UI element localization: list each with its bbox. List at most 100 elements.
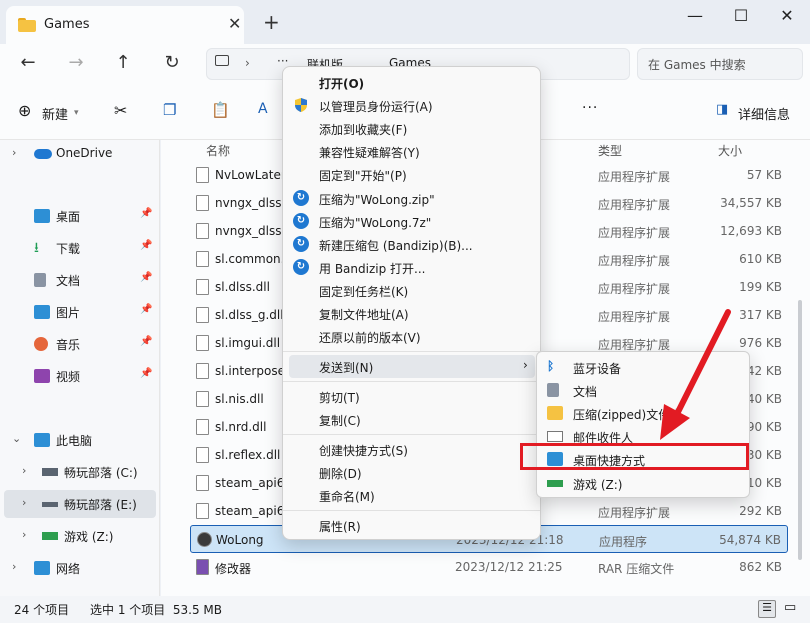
- search-box[interactable]: 在 Games 中搜索: [637, 48, 803, 80]
- file-size: 862 KB: [739, 560, 782, 574]
- menu-item-label: 蓝牙设备: [573, 362, 622, 376]
- more-options-button[interactable]: ···: [582, 100, 598, 116]
- file-size: 610 KB: [739, 252, 782, 266]
- sidebar-item-drive-z[interactable]: › 游戏 (Z:): [0, 522, 157, 550]
- sidebar-item-this-pc[interactable]: ⌄ 此电脑: [0, 426, 157, 454]
- menu-item-cut[interactable]: 剪切(T): [289, 385, 535, 408]
- forward-arrow-icon[interactable]: →: [64, 52, 88, 73]
- chevron-right-icon[interactable]: ›: [12, 146, 16, 159]
- sidebar-item-label: 文档: [56, 274, 81, 288]
- details-view-icon[interactable]: ☰: [758, 600, 776, 618]
- sidebar-item-label: 畅玩部落 (C:): [64, 466, 138, 480]
- copy-icon[interactable]: ❐: [163, 101, 176, 119]
- sidebar-item-pictures[interactable]: 图片 📌: [0, 298, 157, 326]
- sidebar-item-music[interactable]: 音乐 📌: [0, 330, 157, 358]
- chevron-right-icon[interactable]: ›: [22, 496, 26, 509]
- send-to-bluetooth[interactable]: ᛒ 蓝牙设备: [543, 356, 743, 379]
- sidebar-item-onedrive[interactable]: › OneDrive: [0, 140, 157, 168]
- file-icon: [196, 335, 209, 351]
- menu-item-pin-taskbar[interactable]: 固定到任务栏(K): [289, 279, 535, 302]
- menu-item-label: 添加到收藏夹(F): [319, 123, 408, 137]
- send-to-drive-z[interactable]: 游戏 (Z:): [543, 472, 743, 495]
- plus-circle-icon: ⊕: [18, 101, 32, 120]
- chevron-down-icon[interactable]: ⌄: [12, 432, 21, 445]
- selection-info: 选中 1 个项目 53.5 MB: [90, 603, 223, 617]
- menu-item-open[interactable]: 打开(O): [289, 71, 535, 94]
- search-input[interactable]: 在 Games 中搜索: [648, 56, 746, 73]
- menu-item-copy[interactable]: 复制(C): [289, 408, 535, 431]
- file-size: 12,693 KB: [720, 224, 782, 238]
- pin-icon: 📌: [140, 336, 153, 347]
- file-size: 54,874 KB: [719, 533, 781, 547]
- file-type: 应用程序: [599, 535, 648, 549]
- table-row[interactable]: 修改器 2023/12/12 21:25 RAR 压缩文件 862 KB: [190, 553, 788, 581]
- sidebar-item-label: 音乐: [56, 338, 81, 352]
- sidebar-item-network[interactable]: › 网络: [0, 554, 157, 582]
- menu-item-label: 压缩为"WoLong.zip": [319, 193, 435, 207]
- sidebar-item-label: 此电脑: [56, 434, 93, 448]
- file-size: 199 KB: [739, 280, 782, 294]
- chevron-right-icon: ›: [523, 358, 528, 372]
- menu-item-7z[interactable]: ↻ 压缩为"WoLong.7z": [289, 210, 535, 233]
- menu-item-zip[interactable]: ↻ 压缩为"WoLong.zip": [289, 187, 535, 210]
- sidebar-item-downloads[interactable]: ⭳ 下载 📌: [0, 234, 157, 262]
- menu-item-label: 固定到任务栏(K): [319, 285, 409, 299]
- sidebar-item-desktop[interactable]: 桌面 📌: [0, 202, 157, 230]
- menu-item-open-bandizip[interactable]: ↻ 用 Bandizip 打开...: [289, 256, 535, 279]
- sidebar-item-drive-e[interactable]: › 畅玩部落 (E:): [4, 490, 156, 518]
- menu-item-label: 删除(D): [319, 467, 362, 481]
- pin-icon: 📌: [140, 240, 153, 251]
- item-count: 24 个项目: [14, 603, 70, 617]
- file-name: nvngx_dlssg.dll: [215, 224, 287, 238]
- up-arrow-icon[interactable]: ↑: [111, 52, 135, 73]
- close-window-button[interactable]: ✕: [764, 0, 810, 32]
- menu-separator: [283, 510, 540, 511]
- close-tab-icon[interactable]: ✕: [228, 14, 241, 33]
- back-arrow-icon[interactable]: ←: [16, 52, 40, 73]
- column-header-type[interactable]: 类型: [598, 142, 622, 159]
- send-to-zip[interactable]: 压缩(zipped)文件夹: [543, 402, 743, 425]
- sidebar-item-label: 网络: [56, 562, 81, 576]
- maximize-button[interactable]: ☐: [718, 0, 764, 32]
- sidebar-item-drive-c[interactable]: › 畅玩部落 (C:): [0, 458, 157, 486]
- tiles-view-icon[interactable]: ▭: [784, 600, 796, 615]
- chevron-right-icon[interactable]: ›: [22, 464, 26, 477]
- file-icon: [196, 475, 209, 491]
- send-to-documents[interactable]: 文档: [543, 379, 743, 402]
- chevron-right-icon[interactable]: ›: [12, 560, 16, 573]
- paste-icon[interactable]: 📋: [211, 101, 230, 119]
- file-icon: [196, 223, 209, 239]
- sidebar-item-label: 畅玩部落 (E:): [64, 498, 137, 512]
- sidebar-item-documents[interactable]: 文档 📌: [0, 266, 157, 294]
- tab-games[interactable]: Games ✕: [6, 6, 244, 44]
- menu-item-label: 新建压缩包 (Bandizip)(B)...: [319, 239, 473, 253]
- menu-item-pin-start[interactable]: 固定到"开始"(P): [289, 163, 535, 186]
- menu-item-properties[interactable]: 属性(R): [289, 514, 535, 537]
- chevron-right-icon[interactable]: ›: [22, 528, 26, 541]
- menu-item-restore-versions[interactable]: 还原以前的版本(V): [289, 325, 535, 348]
- new-tab-button[interactable]: +: [263, 10, 280, 34]
- menu-item-create-shortcut[interactable]: 创建快捷方式(S): [289, 438, 535, 461]
- sidebar-item-videos[interactable]: 视频 📌: [0, 362, 157, 390]
- menu-item-rename[interactable]: 重命名(M): [289, 484, 535, 507]
- menu-item-add-favorites[interactable]: 添加到收藏夹(F): [289, 117, 535, 140]
- archive-icon: [196, 559, 209, 575]
- menu-item-compat-troubleshoot[interactable]: 兼容性疑难解答(Y): [289, 140, 535, 163]
- network-drive-icon: [547, 480, 563, 487]
- menu-item-send-to[interactable]: 发送到(N) ›: [289, 355, 535, 378]
- menu-item-new-archive[interactable]: ↻ 新建压缩包 (Bandizip)(B)...: [289, 233, 535, 256]
- scrollbar[interactable]: [798, 300, 802, 560]
- menu-item-run-as-admin[interactable]: 以管理员身份运行(A): [289, 94, 535, 117]
- menu-item-copy-path[interactable]: 复制文件地址(A): [289, 302, 535, 325]
- new-button[interactable]: 新建: [42, 104, 68, 123]
- menu-item-label: 复制(C): [319, 414, 361, 428]
- network-icon: [34, 561, 50, 575]
- column-header-name[interactable]: 名称: [206, 142, 230, 159]
- rename-icon[interactable]: A: [258, 101, 268, 117]
- column-header-size[interactable]: 大小: [718, 142, 742, 159]
- menu-item-delete[interactable]: 删除(D): [289, 461, 535, 484]
- refresh-icon[interactable]: ↻: [160, 52, 184, 73]
- details-button[interactable]: 详细信息: [738, 104, 790, 123]
- cut-icon[interactable]: ✂: [114, 101, 127, 120]
- minimize-button[interactable]: —: [672, 0, 718, 32]
